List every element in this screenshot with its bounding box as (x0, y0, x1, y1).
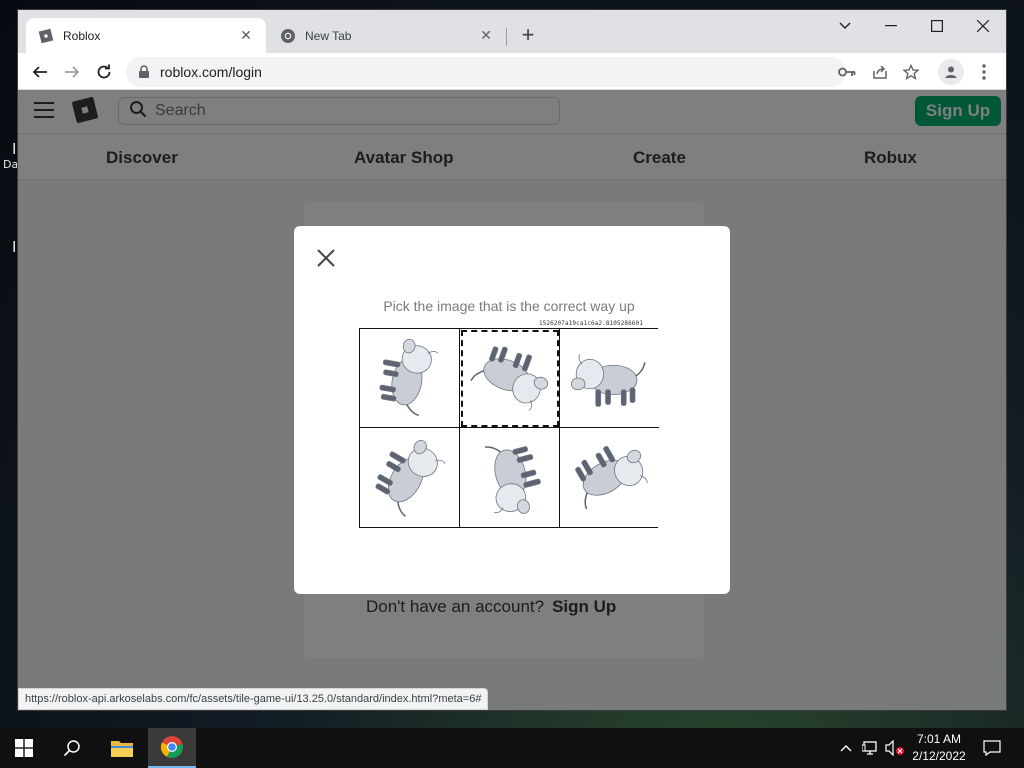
roblox-favicon-icon (38, 28, 54, 44)
desktop-icon-label: Da (3, 158, 19, 171)
clock-time: 7:01 AM (916, 732, 962, 746)
notifications-icon[interactable] (978, 728, 1006, 768)
close-tab-icon[interactable]: ✕ (238, 27, 254, 44)
captcha-tile-5[interactable] (460, 428, 560, 527)
bison-image (575, 446, 648, 510)
windows-taskbar: 7:01 AM 2/12/2022 (0, 728, 1024, 768)
share-icon[interactable] (867, 59, 893, 85)
tab-search-chevron-icon[interactable] (822, 10, 868, 42)
browser-toolbar: roblox.com/login (18, 53, 1006, 90)
browser-window: Roblox ✕ New Tab ✕ + roblox.com/login Se… (18, 10, 1006, 710)
bison-image (375, 440, 446, 517)
tab-roblox[interactable]: Roblox ✕ (26, 18, 266, 53)
key-icon[interactable] (834, 59, 860, 85)
desktop-icon-label: I (12, 238, 17, 256)
taskbar-search-icon[interactable] (48, 728, 96, 768)
volume-muted-icon[interactable] (884, 728, 906, 768)
captcha-tile-4[interactable] (360, 428, 460, 527)
maximize-icon[interactable] (914, 10, 960, 42)
close-icon[interactable] (314, 246, 338, 270)
tab-title: Roblox (63, 28, 101, 43)
clock-date: 2/12/2022 (912, 749, 966, 763)
desktop-icon-label: I (12, 140, 17, 158)
bison-image (570, 354, 646, 407)
browser-menu-icon[interactable] (971, 59, 997, 85)
link-status-bar: https://roblox-api.arkoselabs.com/fc/ass… (18, 688, 489, 710)
tab-title: New Tab (305, 28, 352, 43)
captcha-tile-6[interactable] (560, 428, 659, 527)
captcha-tile-3[interactable] (560, 329, 659, 428)
tab-new-tab[interactable]: New Tab ✕ (268, 18, 506, 53)
reload-icon[interactable] (90, 58, 118, 86)
close-tab-icon[interactable]: ✕ (478, 27, 494, 44)
address-bar[interactable]: roblox.com/login (126, 57, 846, 87)
bison-image (379, 338, 439, 417)
chrome-favicon-icon (280, 28, 296, 44)
captcha-tile-2[interactable] (460, 329, 560, 428)
lock-icon (138, 65, 150, 79)
windows-start-icon[interactable] (0, 728, 48, 768)
new-tab-plus-icon[interactable]: + (516, 24, 540, 48)
taskbar-clock[interactable]: 7:01 AM 2/12/2022 (906, 731, 972, 765)
page-viewport: Sign Up Discover Avatar Shop Create Robu… (18, 90, 1006, 710)
url-text: roblox.com/login (160, 64, 262, 80)
back-arrow-icon[interactable] (26, 58, 54, 86)
bison-image (470, 346, 549, 411)
captcha-modal: Pick the image that is the correct way u… (294, 226, 730, 594)
captcha-session-token: 1526207a19ca1c6a2.8105286601 (539, 320, 643, 327)
network-icon[interactable] (860, 728, 882, 768)
bookmark-star-icon[interactable] (898, 59, 924, 85)
captcha-tile-1[interactable] (360, 329, 460, 428)
profile-avatar-icon[interactable] (938, 59, 964, 85)
tab-divider (506, 28, 507, 46)
captcha-prompt: Pick the image that is the correct way u… (383, 298, 635, 314)
tray-chevron-up-icon[interactable] (836, 728, 856, 768)
chrome-taskbar-icon[interactable] (148, 728, 196, 768)
minimize-icon[interactable] (868, 10, 914, 42)
file-explorer-icon[interactable] (98, 728, 146, 768)
tab-strip: Roblox ✕ New Tab ✕ + (18, 10, 1006, 53)
close-window-icon[interactable] (960, 10, 1006, 42)
captcha-tile-grid (359, 328, 659, 528)
forward-arrow-icon[interactable] (58, 58, 86, 86)
bison-image (484, 446, 541, 514)
